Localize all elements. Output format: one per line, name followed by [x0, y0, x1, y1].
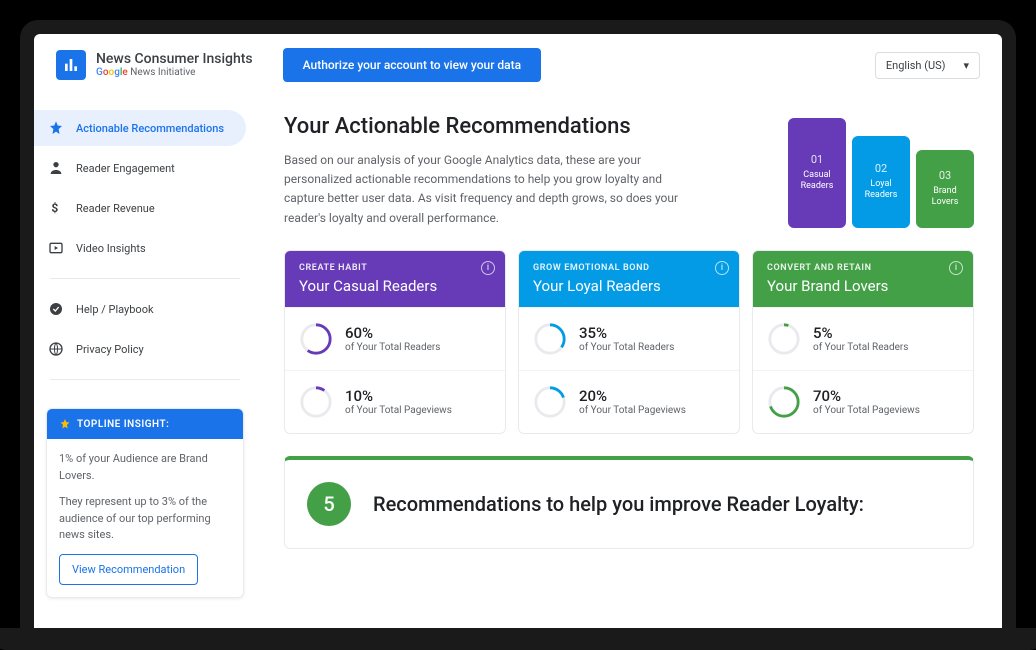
person-icon — [48, 160, 64, 176]
sidebar-item-recommendations[interactable]: Actionable Recommendations — [34, 110, 246, 146]
metric-label: of Your Total Pageviews — [813, 405, 920, 416]
info-icon[interactable]: i — [715, 261, 729, 275]
metric-label: of Your Total Readers — [345, 342, 440, 353]
metric-value: 60% — [345, 324, 440, 342]
card-title: Your Loyal Readers — [533, 277, 725, 295]
pillar-brand: 03 Brand Lovers — [916, 150, 974, 228]
sidebar-item-video[interactable]: Video Insights — [34, 230, 246, 266]
sidebar-item-label: Video Insights — [76, 242, 146, 255]
top-bar: News Consumer Insights Google News Initi… — [34, 34, 1002, 96]
segment-card: CREATE HABITYour Casual Readersi60%of Yo… — [284, 250, 506, 434]
sidebar-item-revenue[interactable]: $ Reader Revenue — [34, 190, 246, 226]
divider — [50, 379, 240, 380]
divider — [50, 278, 240, 279]
insight-line-1: 1% of your Audience are Brand Lovers. — [59, 451, 231, 484]
metric-value: 5% — [813, 324, 908, 342]
sidebar-item-label: Privacy Policy — [76, 343, 144, 356]
view-recommendation-button[interactable]: View Recommendation — [59, 554, 198, 585]
authorize-button[interactable]: Authorize your account to view your data — [283, 48, 542, 82]
metric-value: 35% — [579, 324, 674, 342]
chevron-down-icon: ▾ — [963, 59, 969, 72]
metric-row: 70%of Your Total Pageviews — [753, 370, 973, 433]
pillar-loyal: 02 Loyal Readers — [852, 136, 910, 228]
main-content: Your Actionable Recommendations Based on… — [256, 96, 1002, 630]
app-screen: News Consumer Insights Google News Initi… — [34, 34, 1002, 630]
metric-row: 60%of Your Total Readers — [285, 307, 505, 370]
insight-line-2: They represent up to 3% of the audience … — [59, 494, 231, 544]
card-tag: GROW EMOTIONAL BOND — [533, 263, 725, 273]
segment-cards: CREATE HABITYour Casual Readersi60%of Yo… — [284, 250, 974, 434]
metric-label: of Your Total Pageviews — [579, 405, 686, 416]
sidebar-item-label: Actionable Recommendations — [76, 122, 224, 135]
card-title: Your Casual Readers — [299, 277, 491, 295]
recommendation-count-badge: 5 — [307, 482, 351, 526]
pillar-chart: 01 Casual Readers 02 Loyal Readers 03 Br… — [788, 114, 974, 228]
info-icon[interactable]: i — [481, 261, 495, 275]
star-icon — [48, 120, 64, 136]
page-intro: Based on our analysis of your Google Ana… — [284, 151, 704, 228]
insight-header-label: TOPLINE INSIGHT: — [77, 419, 169, 430]
metric-row: 10%of Your Total Pageviews — [285, 370, 505, 433]
app-title: News Consumer Insights — [96, 51, 253, 68]
progress-ring-icon — [533, 322, 567, 356]
card-title: Your Brand Lovers — [767, 277, 959, 295]
play-icon — [48, 240, 64, 256]
sidebar-item-label: Help / Playbook — [76, 303, 154, 316]
progress-ring-icon — [767, 322, 801, 356]
topline-insight-card: TOPLINE INSIGHT: 1% of your Audience are… — [46, 408, 244, 598]
metric-value: 10% — [345, 387, 452, 405]
metric-label: of Your Total Pageviews — [345, 405, 452, 416]
metric-value: 20% — [579, 387, 686, 405]
app-subtitle: Google News Initiative — [96, 67, 253, 79]
dollar-icon: $ — [48, 200, 64, 216]
info-icon[interactable]: i — [949, 261, 963, 275]
card-tag: CREATE HABIT — [299, 263, 491, 273]
progress-ring-icon — [299, 322, 333, 356]
language-label: English (US) — [886, 59, 946, 72]
progress-ring-icon — [299, 385, 333, 419]
metric-label: of Your Total Readers — [579, 342, 674, 353]
recommendations-title: Recommendations to help you improve Read… — [373, 491, 864, 517]
bar-chart-icon — [56, 50, 86, 80]
star-icon — [59, 418, 71, 430]
insight-header: TOPLINE INSIGHT: — [47, 409, 243, 439]
segment-card: GROW EMOTIONAL BOND Your Loyal Readers i 35… — [518, 250, 740, 434]
svg-text:$: $ — [51, 201, 58, 215]
metric-label: of Your Total Readers — [813, 342, 908, 353]
check-circle-icon — [48, 301, 64, 317]
language-selector[interactable]: English (US) ▾ — [875, 52, 980, 79]
metric-row: 5%of Your Total Readers — [753, 307, 973, 370]
metric-row: 20%of Your Total Pageviews — [519, 370, 739, 433]
sidebar-item-help[interactable]: Help / Playbook — [34, 291, 246, 327]
progress-ring-icon — [767, 385, 801, 419]
sidebar: Actionable Recommendations Reader Engage… — [34, 96, 256, 630]
metric-row: 35%of Your Total Readers — [519, 307, 739, 370]
metric-value: 70% — [813, 387, 920, 405]
pillar-casual: 01 Casual Readers — [788, 118, 846, 228]
card-tag: CONVERT AND RETAIN — [767, 263, 959, 273]
laptop-frame: News Consumer Insights Google News Initi… — [20, 20, 1016, 630]
sidebar-item-label: Reader Revenue — [76, 202, 155, 215]
app-logo[interactable]: News Consumer Insights Google News Initi… — [56, 50, 253, 80]
progress-ring-icon — [533, 385, 567, 419]
segment-card: CONVERT AND RETAINYour Brand Loversi5%of… — [752, 250, 974, 434]
recommendations-panel: 5 Recommendations to help you improve Re… — [284, 456, 974, 549]
globe-icon — [48, 341, 64, 357]
page-title: Your Actionable Recommendations — [284, 114, 704, 139]
sidebar-item-privacy[interactable]: Privacy Policy — [34, 331, 246, 367]
sidebar-item-engagement[interactable]: Reader Engagement — [34, 150, 246, 186]
sidebar-item-label: Reader Engagement — [76, 162, 175, 175]
